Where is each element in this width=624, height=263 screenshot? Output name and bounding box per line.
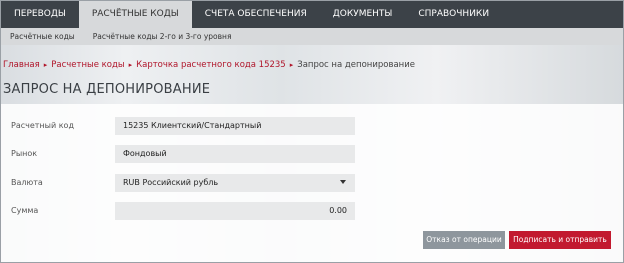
breadcrumb-code-card[interactable]: Карточка расчетного кода 15235 (136, 60, 286, 70)
sub-navigation: Расчётные коды Расчётные коды 2-го и 3-г… (1, 28, 623, 45)
market-label: Рынок (11, 149, 38, 158)
tab-documents[interactable]: ДОКУМЕНТЫ (320, 1, 406, 28)
tab-collateral-accounts[interactable]: СЧЕТА ОБЕСПЕЧЕНИЯ (192, 1, 320, 28)
settlement-code-field: 15235 Клиентский/Стандартный (115, 117, 355, 135)
amount-label: Сумма (11, 206, 39, 215)
breadcrumb: Главная ▸ Расчетные коды ▸ Карточка расчетно… (3, 60, 415, 70)
currency-row: Валюта RUB Российский рубль (1, 174, 623, 192)
breadcrumb-home[interactable]: Главная (3, 60, 40, 70)
currency-select[interactable]: RUB Российский рубль (115, 174, 355, 192)
top-navigation: ПЕРЕВОДЫ РАСЧЁТНЫЕ КОДЫ СЧЕТА ОБЕСПЕЧЕНИ… (1, 1, 623, 28)
currency-value: RUB Российский рубль (123, 178, 219, 187)
market-row: Рынок Фондовый (1, 145, 623, 163)
breadcrumb-current: Запрос на депонирование (297, 60, 415, 70)
tab-settlement-codes[interactable]: РАСЧЁТНЫЕ КОДЫ (78, 1, 192, 28)
market-field: Фондовый (115, 145, 355, 163)
settlement-code-label: Расчетный код (11, 121, 74, 130)
amount-value: 0.00 (329, 206, 347, 215)
breadcrumb-separator-icon: ▸ (289, 61, 294, 69)
market-value: Фондовый (123, 149, 167, 158)
breadcrumb-separator-icon: ▸ (128, 61, 133, 69)
breadcrumb-settlement-codes[interactable]: Расчетные коды (51, 60, 124, 70)
tab-references[interactable]: СПРАВОЧНИКИ (405, 1, 502, 28)
tab-transfers[interactable]: ПЕРЕВОДЫ (1, 1, 79, 28)
caret-down-icon (340, 180, 346, 184)
decline-operation-button[interactable]: Отказ от операции (423, 231, 505, 249)
page-title: ЗАПРОС НА ДЕПОНИРОВАНИЕ (3, 82, 211, 97)
sign-and-send-button[interactable]: Подписать и отправить (509, 231, 611, 249)
subnav-item-settlement-codes[interactable]: Расчётные коды (1, 28, 84, 45)
subnav-item-level-2-3-codes[interactable]: Расчётные коды 2-го и 3-го уровня (84, 28, 241, 45)
amount-input[interactable]: 0.00 (115, 202, 355, 220)
currency-label: Валюта (11, 178, 43, 187)
settlement-code-row: Расчетный код 15235 Клиентский/Стандартн… (1, 117, 623, 135)
breadcrumb-separator-icon: ▸ (43, 61, 48, 69)
amount-row: Сумма 0.00 (1, 202, 623, 220)
settlement-code-value: 15235 Клиентский/Стандартный (123, 121, 262, 130)
